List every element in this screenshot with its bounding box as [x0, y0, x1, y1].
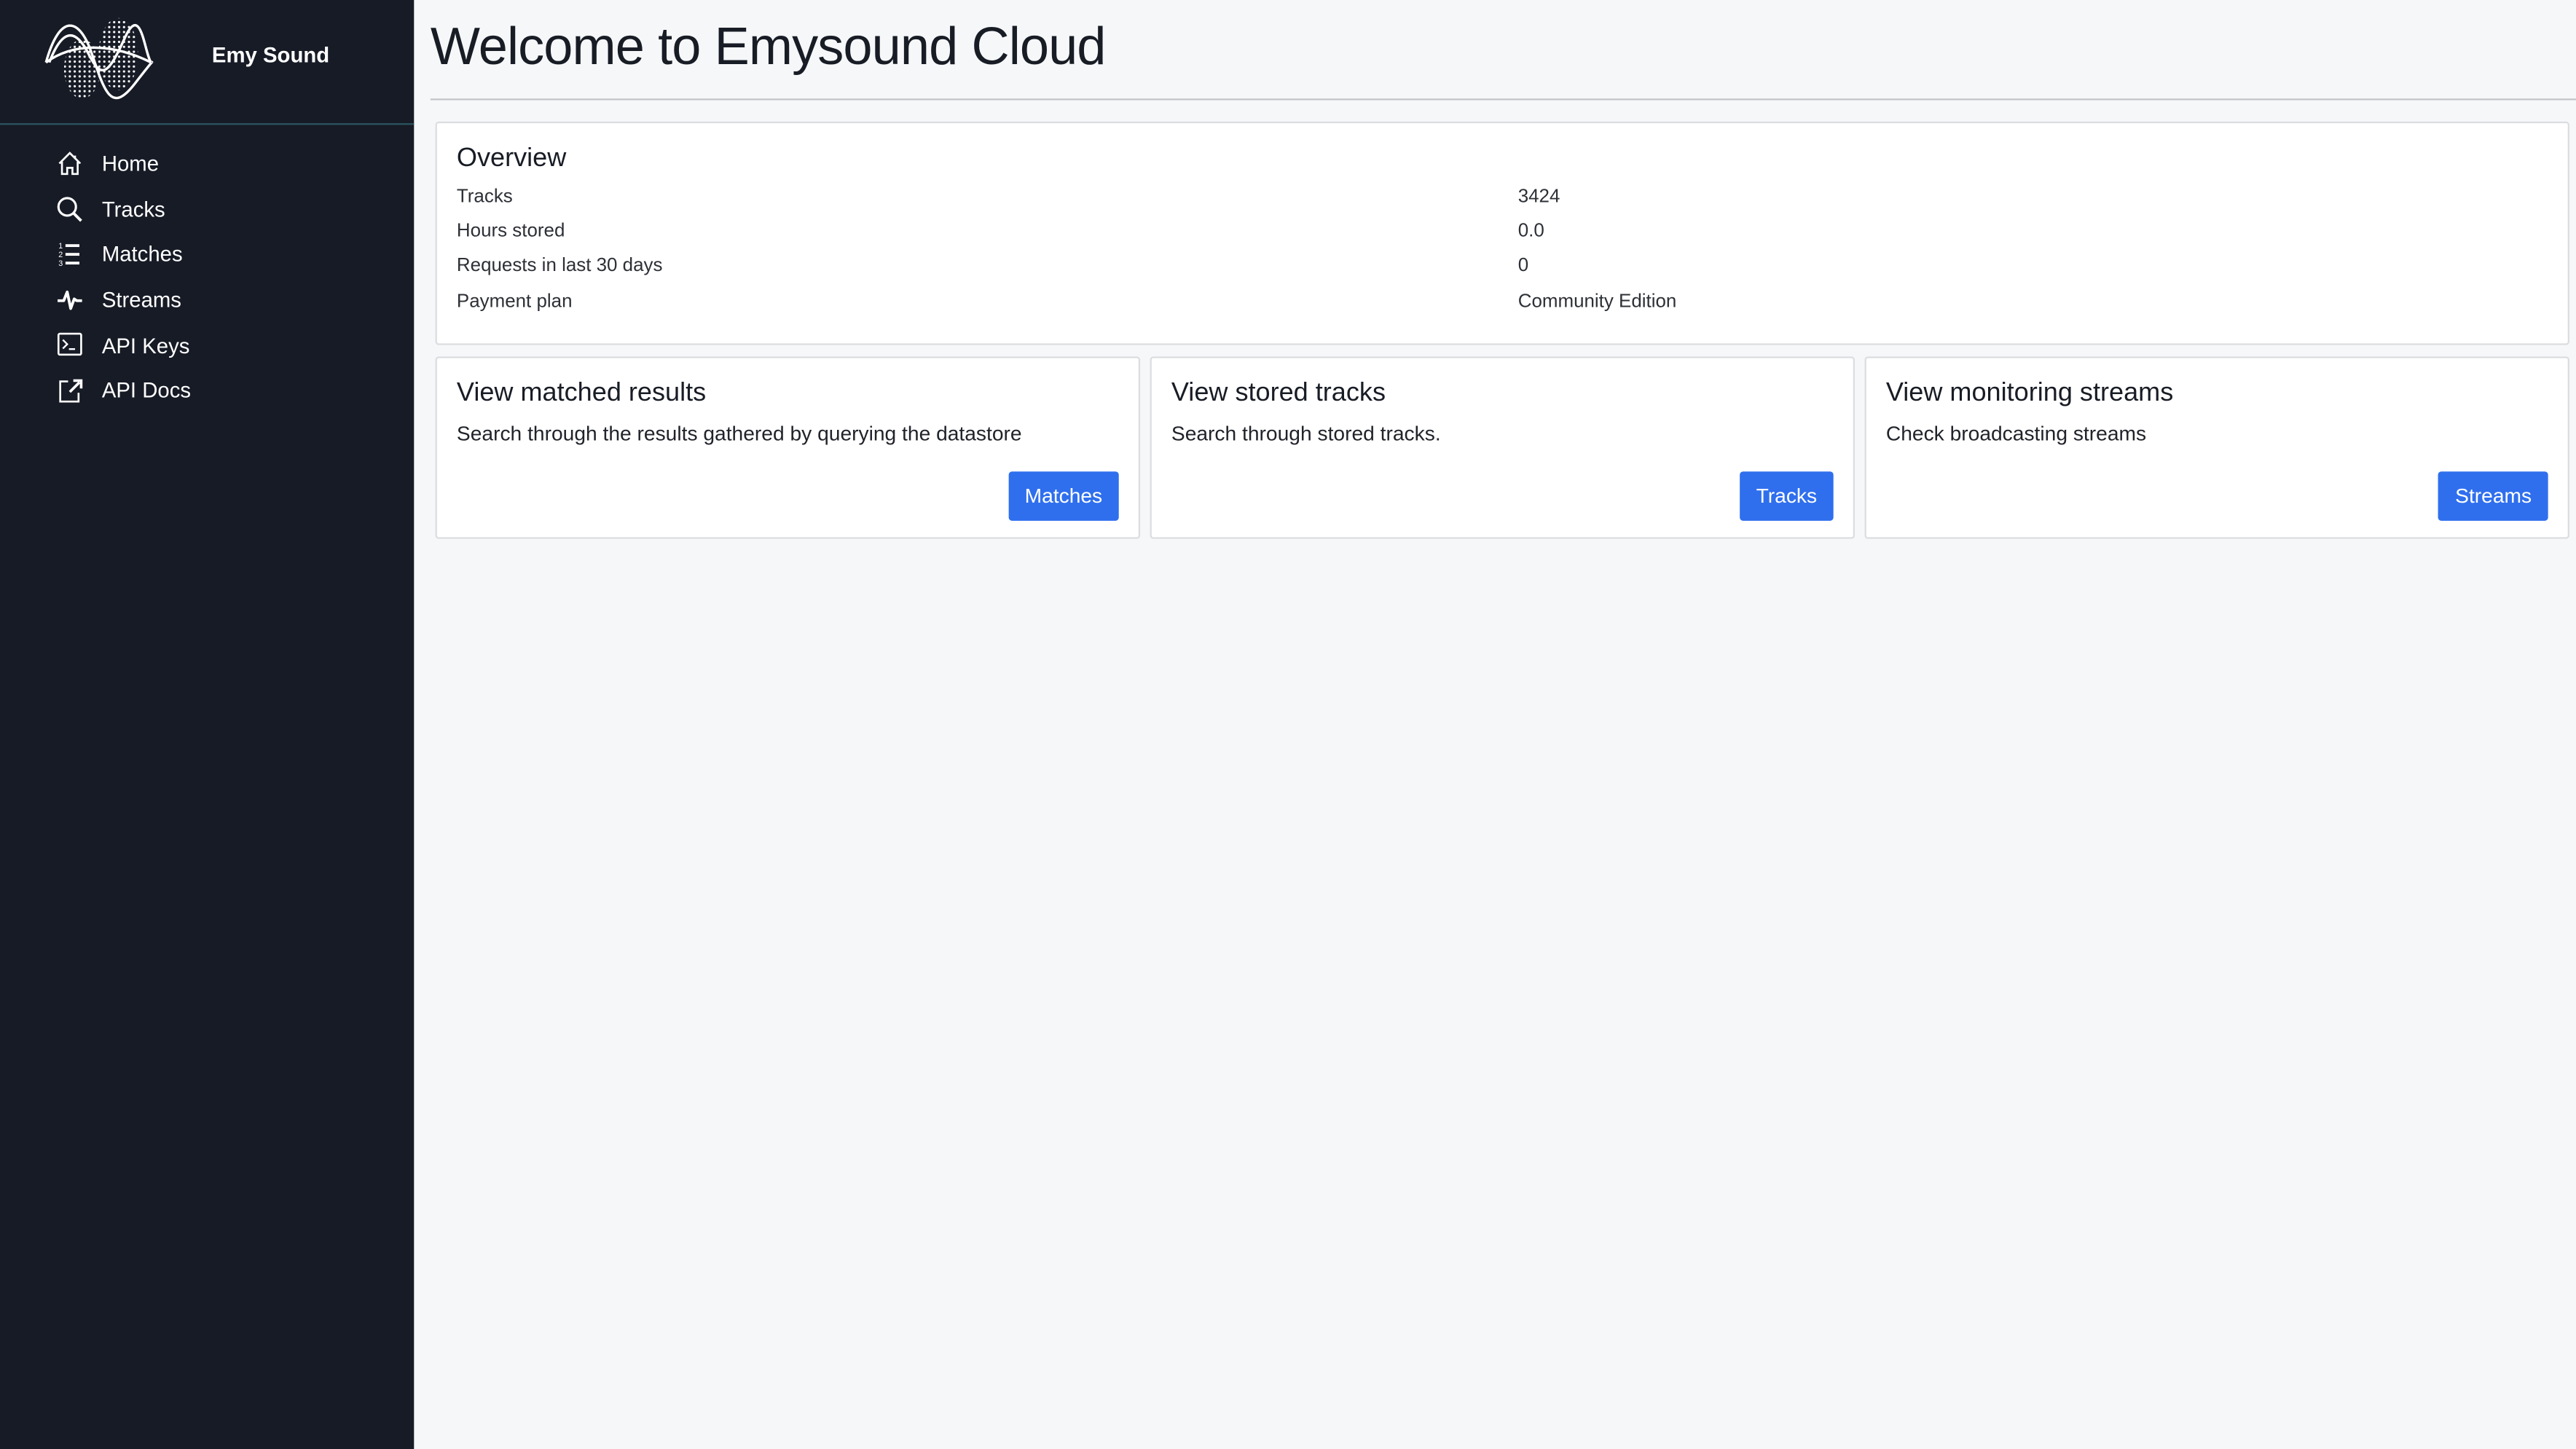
numbered-list-icon: 1 2 3 — [58, 243, 80, 268]
matched-results-card: View matched results Search through the … — [435, 356, 1141, 539]
overview-card: Overview Tracks 3424 Hours stored 0.0 Re… — [435, 121, 2569, 345]
main-content: Welcome to Emysound Cloud Overview Track… — [414, 0, 2576, 1449]
card-title: View matched results — [456, 379, 707, 408]
card-description: Search through stored tracks. — [1171, 422, 1441, 446]
search-icon — [57, 196, 82, 221]
sidebar-item-tracks[interactable]: Tracks — [0, 186, 414, 232]
sidebar-item-home[interactable]: Home — [0, 141, 414, 186]
sidebar-item-streams[interactable]: Streams — [0, 278, 414, 323]
brand-header: Emy Sound — [0, 0, 415, 125]
overview-value-plan: Community Edition — [1517, 292, 1677, 313]
overview-label-requests: Requests in last 30 days — [456, 256, 663, 276]
sidebar-item-label: Home — [101, 152, 160, 176]
overview-label-hours: Hours stored — [456, 221, 565, 242]
sidebar: Emy Sound Home Tracks 1 2 3 Matches Stre… — [0, 0, 415, 1449]
sidebar-item-label: API Keys — [101, 333, 190, 358]
card-title: View stored tracks — [1171, 379, 1386, 408]
overview-label-tracks: Tracks — [456, 187, 513, 208]
overview-value-hours: 0.0 — [1517, 221, 1544, 242]
sidebar-nav: Home Tracks 1 2 3 Matches Streams API Ke… — [0, 141, 414, 413]
sidebar-item-label: Tracks — [101, 197, 165, 222]
overview-value-requests: 0 — [1517, 256, 1529, 276]
sidebar-item-label: API Docs — [101, 378, 192, 404]
sidebar-item-label: Matches — [101, 242, 183, 267]
sidebar-item-api-keys[interactable]: API Keys — [0, 323, 414, 368]
home-icon — [58, 152, 82, 176]
terminal-icon — [57, 333, 82, 356]
svg-text:1: 1 — [58, 243, 63, 251]
svg-text:2: 2 — [58, 251, 63, 260]
overview-value-tracks: 3424 — [1517, 187, 1560, 208]
external-link-icon — [59, 379, 83, 403]
stored-tracks-card: View stored tracks Search through stored… — [1150, 356, 1856, 539]
brand-name: Emy Sound — [211, 42, 330, 68]
pulse-icon — [58, 290, 82, 310]
card-title: View monitoring streams — [1885, 379, 2174, 408]
streams-button[interactable]: Streams — [2438, 471, 2548, 521]
app-root: Emy Sound Home Tracks 1 2 3 Matches Stre… — [0, 0, 2576, 1449]
card-description: Check broadcasting streams — [1885, 422, 2147, 446]
monitoring-streams-card: View monitoring streams Check broadcasti… — [1864, 356, 2569, 539]
matches-button[interactable]: Matches — [1008, 471, 1119, 521]
overview-label-plan: Payment plan — [456, 292, 573, 313]
title-divider — [430, 98, 2576, 101]
svg-text:3: 3 — [58, 260, 63, 268]
tracks-button[interactable]: Tracks — [1740, 471, 1834, 521]
sidebar-item-api-docs[interactable]: API Docs — [0, 368, 414, 413]
sidebar-item-matches[interactable]: 1 2 3 Matches — [0, 232, 414, 277]
sidebar-item-label: Streams — [101, 287, 181, 313]
page-title: Welcome to Emysound Cloud — [430, 16, 1107, 76]
overview-title: Overview — [456, 144, 567, 173]
emy-sound-logo-icon[interactable] — [43, 15, 154, 103]
card-description: Search through the results gathered by q… — [456, 422, 1022, 446]
